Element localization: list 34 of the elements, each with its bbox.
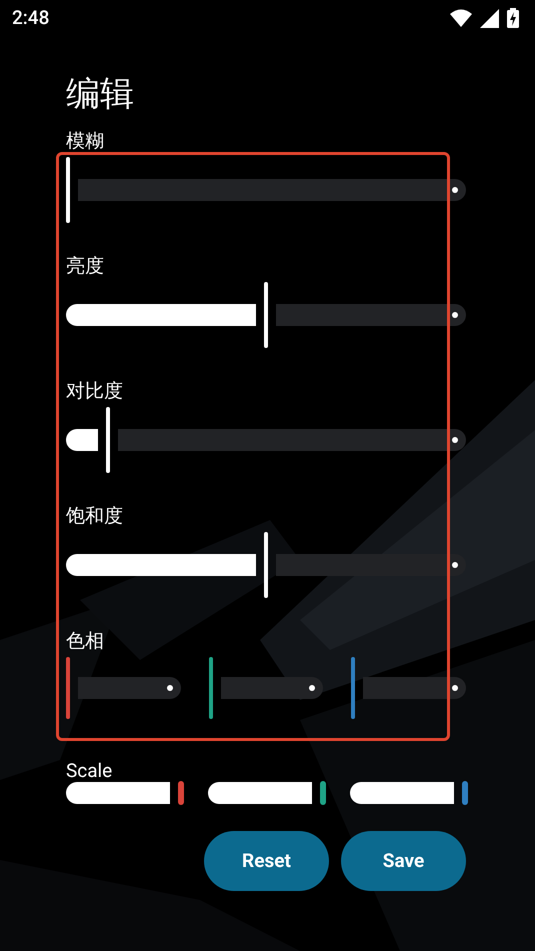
signal-icon	[480, 8, 499, 28]
slider-track[interactable]	[208, 657, 324, 719]
slider-label: Scale	[66, 759, 114, 783]
slider-thumb[interactable]	[106, 407, 110, 473]
slider-track[interactable]	[66, 157, 466, 223]
slider-thumb[interactable]	[264, 532, 268, 598]
wifi-icon	[450, 9, 472, 27]
battery-charging-icon	[507, 8, 519, 28]
slider-track[interactable]	[66, 781, 182, 807]
slider-thumb[interactable]	[264, 282, 268, 348]
slider-thumb[interactable]	[462, 781, 468, 805]
slider-fill	[66, 429, 98, 451]
slider-track[interactable]	[350, 781, 466, 807]
slider-track[interactable]	[351, 657, 466, 719]
slider-thumb[interactable]	[66, 157, 70, 223]
slider-label: 模糊	[66, 129, 105, 154]
reset-button[interactable]: Reset	[204, 831, 329, 891]
slider-label: 对比度	[66, 379, 124, 404]
slider-thumb[interactable]	[66, 657, 70, 719]
page-title: 编辑	[66, 73, 135, 116]
slider-thumb[interactable]	[351, 657, 356, 719]
slider-track[interactable]	[66, 532, 466, 598]
slider-track[interactable]	[66, 407, 466, 473]
status-time: 2:48	[12, 4, 50, 31]
slider-thumb[interactable]	[178, 781, 184, 805]
slider-track[interactable]	[66, 657, 181, 719]
slider-track[interactable]	[208, 781, 324, 807]
slider-label: 饱和度	[66, 504, 124, 529]
save-button[interactable]: Save	[341, 831, 466, 891]
slider-thumb[interactable]	[208, 657, 213, 719]
slider-label: 色相	[66, 629, 105, 654]
slider-thumb[interactable]	[320, 781, 326, 805]
slider-track[interactable]	[66, 282, 466, 348]
slider-label: 亮度	[66, 254, 105, 279]
